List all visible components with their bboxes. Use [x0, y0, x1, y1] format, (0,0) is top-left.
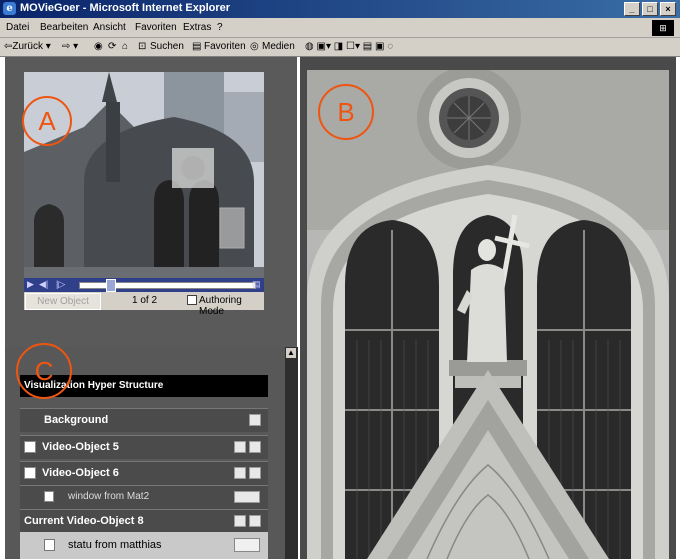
menu-help[interactable]: ? — [217, 22, 223, 33]
annotation-marker-c: C — [16, 343, 72, 399]
toolbar: ⇦Zurück ▾ ⇨ ▾ ◉ ⟳ ⌂ ⊡ Suchen ▤ Favoriten… — [0, 38, 680, 57]
window-controls: _ □ × — [624, 2, 676, 16]
video-object-icon — [24, 441, 36, 453]
menu-edit[interactable]: Bearbeiten — [40, 22, 88, 33]
document-icon — [44, 491, 54, 502]
annotation-2-action-icon[interactable] — [234, 538, 260, 552]
toolbar-extra-icons[interactable]: ◍ ▣▾ ◨ ☐▾ ▤ ▣ ◌ — [305, 41, 393, 52]
back-button[interactable]: ⇦Zurück ▾ — [4, 41, 51, 52]
close-button[interactable]: × — [660, 2, 676, 16]
end-icon[interactable]: ▤ — [252, 279, 261, 290]
annotation-1-action-icon[interactable] — [234, 491, 260, 503]
favorites-icon[interactable]: ▤ — [192, 41, 201, 52]
annotation-1-label: window from Mat2 — [68, 491, 150, 502]
video-object-6-view-icon[interactable] — [234, 467, 246, 479]
document-icon — [44, 539, 55, 551]
authoring-mode-label: Authoring Mode — [199, 295, 242, 317]
current-video-object-row[interactable]: Current Video-Object 8 — [20, 509, 268, 533]
authoring-mode-checkbox[interactable] — [187, 295, 197, 305]
windows-logo-icon: ⊞ — [652, 20, 674, 36]
current-object-view-icon[interactable] — [234, 515, 246, 527]
timeline-thumb[interactable] — [106, 279, 116, 292]
maximize-button[interactable]: □ — [642, 2, 658, 16]
ie-logo-icon: e — [3, 2, 16, 15]
search-button[interactable]: Suchen — [150, 41, 184, 52]
menu-file[interactable]: Datei — [6, 22, 29, 33]
vertical-scrollbar[interactable]: ▲ — [285, 347, 298, 559]
video-object-5-view-icon[interactable] — [234, 441, 246, 453]
menu-view[interactable]: Ansicht — [93, 22, 126, 33]
current-object-edit-icon[interactable] — [249, 515, 261, 527]
forward-button[interactable]: ⇨ ▾ — [62, 41, 78, 52]
video-object-6-row[interactable]: Video-Object 6 — [20, 461, 268, 485]
video-object-6-label: Video-Object 6 — [42, 467, 119, 479]
refresh-icon[interactable]: ⟳ — [108, 41, 116, 52]
video-object-5-label: Video-Object 5 — [42, 441, 119, 453]
annotation-marker-a: A — [22, 96, 72, 146]
play-icon[interactable]: ▶ — [27, 279, 34, 290]
annotation-row-2[interactable]: statu from matthias — [20, 532, 268, 559]
menu-tools[interactable]: Extras — [183, 22, 211, 33]
church-facade-image — [307, 70, 669, 559]
title-bar: e MOVieGoer - Microsoft Internet Explore… — [0, 0, 680, 18]
object-detail-image — [307, 70, 669, 559]
stop-icon[interactable]: ◉ — [94, 41, 103, 52]
search-icon[interactable]: ⊡ — [138, 41, 146, 52]
new-object-button[interactable]: New Object — [25, 293, 101, 310]
step-back-icon[interactable]: ◀| — [39, 279, 48, 290]
video-object-5-row[interactable]: Video-Object 5 — [20, 435, 268, 459]
video-object-icon — [24, 467, 36, 479]
object-controls: New Object 1 of 2 Authoring Mode — [24, 292, 264, 317]
video-object-6-edit-icon[interactable] — [249, 467, 261, 479]
media-button[interactable]: Medien — [262, 41, 295, 52]
menu-bar: Datei Bearbeiten Ansicht Favoriten Extra… — [0, 19, 680, 38]
step-forward-icon[interactable]: |▷ — [56, 279, 65, 290]
menu-favorites[interactable]: Favoriten — [135, 22, 177, 33]
annotation-2-label: statu from matthias — [68, 539, 162, 551]
video-object-5-edit-icon[interactable] — [249, 441, 261, 453]
favorites-button[interactable]: Favoriten — [204, 41, 246, 52]
home-icon[interactable]: ⌂ — [122, 41, 128, 52]
minimize-button[interactable]: _ — [624, 2, 640, 16]
annotation-row-1[interactable]: window from Mat2 — [20, 485, 268, 509]
media-icon[interactable]: ◎ — [250, 41, 259, 52]
object-counter: 1 of 2 — [132, 295, 158, 306]
background-edit-icon[interactable] — [249, 414, 261, 426]
scroll-up-icon[interactable]: ▲ — [286, 348, 296, 358]
current-video-object-label: Current Video-Object 8 — [24, 515, 144, 527]
background-label: Background — [44, 414, 109, 426]
window-title: MOVieGoer - Microsoft Internet Explorer — [20, 2, 231, 14]
background-row[interactable]: Background — [20, 408, 268, 432]
video-controls: ▶ ◀| |▷ ▤ — [24, 278, 264, 292]
annotation-marker-b: B — [318, 84, 374, 140]
